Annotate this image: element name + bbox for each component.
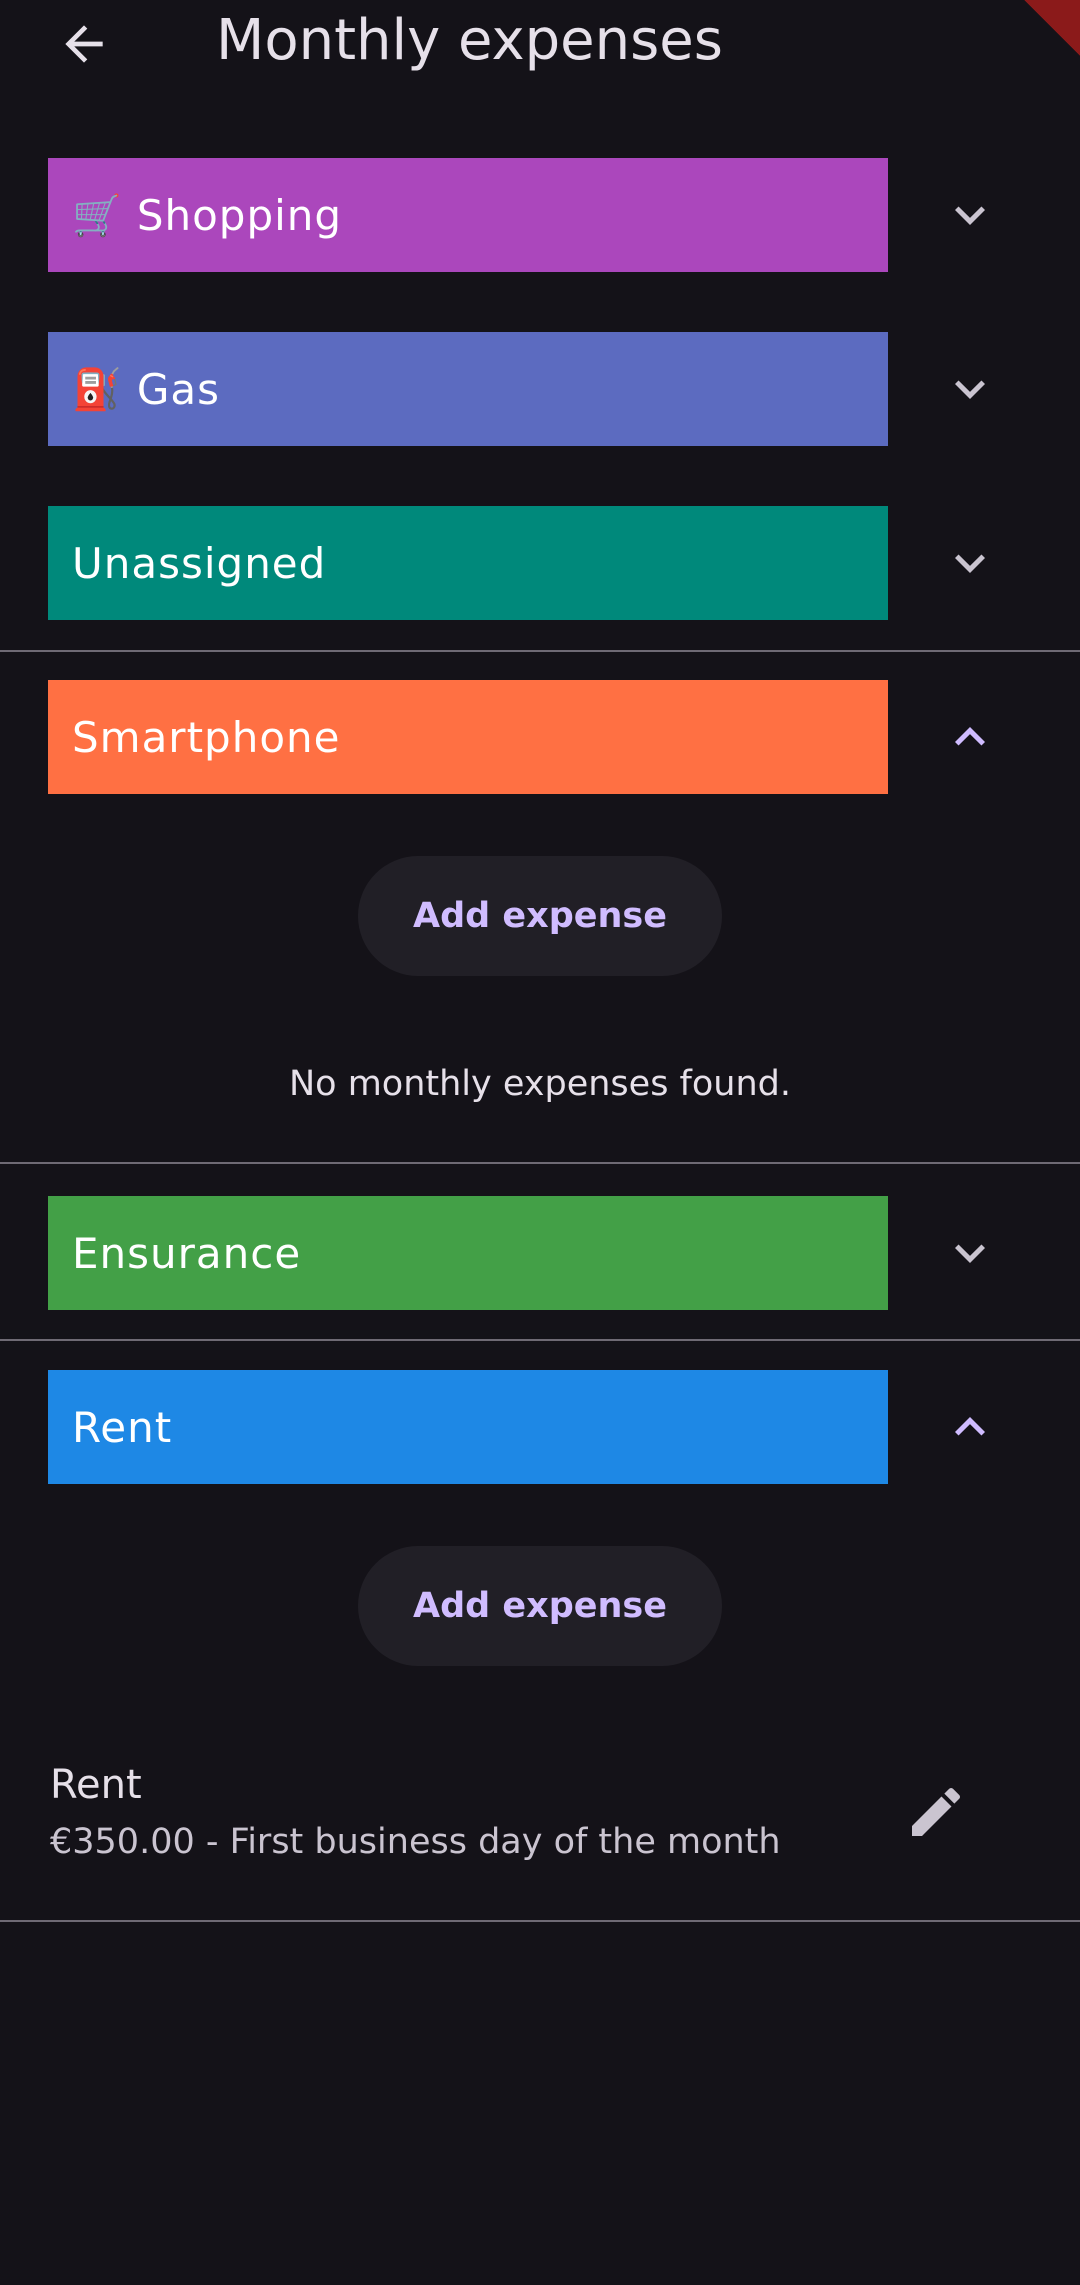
chevron-down-icon bbox=[955, 380, 985, 399]
category-header-gas[interactable]: ⛽ Gas bbox=[48, 332, 888, 446]
edit-expense-button[interactable] bbox=[896, 1772, 976, 1852]
page-title: Monthly expenses bbox=[216, 8, 723, 73]
category-header-ensurance[interactable]: Ensurance bbox=[48, 1196, 888, 1310]
category-row-rent[interactable]: Rent bbox=[0, 1370, 1080, 1484]
category-name: Shopping bbox=[136, 190, 343, 240]
empty-state-message: No monthly expenses found. bbox=[288, 1064, 791, 1104]
divider bbox=[0, 1920, 1080, 1922]
category-row-unassigned[interactable]: Unassigned bbox=[0, 506, 1080, 620]
expense-title: Rent bbox=[50, 1762, 142, 1808]
category-row-gas[interactable]: ⛽ Gas bbox=[0, 332, 1080, 446]
expense-subtitle: €350.00 - First business day of the mont… bbox=[50, 1822, 781, 1862]
expand-toggle-ensurance[interactable] bbox=[930, 1218, 1010, 1288]
chevron-up-icon bbox=[955, 727, 985, 746]
category-name: Rent bbox=[72, 1402, 173, 1452]
category-header-rent[interactable]: Rent bbox=[48, 1370, 888, 1484]
chevron-down-icon bbox=[955, 206, 985, 225]
expand-toggle-shopping[interactable] bbox=[930, 180, 1010, 250]
add-expense-button-smartphone[interactable]: Add expense bbox=[358, 856, 722, 976]
category-name: Smartphone bbox=[72, 712, 341, 762]
category-row-ensurance[interactable]: Ensurance bbox=[0, 1196, 1080, 1310]
divider bbox=[0, 1339, 1080, 1341]
pencil-icon bbox=[912, 1787, 961, 1836]
expand-toggle-unassigned[interactable] bbox=[930, 528, 1010, 598]
chevron-up-icon bbox=[955, 1417, 985, 1436]
divider bbox=[0, 1162, 1080, 1164]
category-name: Gas bbox=[136, 364, 220, 414]
category-row-smartphone[interactable]: Smartphone bbox=[0, 680, 1080, 794]
category-header-shopping[interactable]: 🛒 Shopping bbox=[48, 158, 888, 272]
category-header-smartphone[interactable]: Smartphone bbox=[48, 680, 888, 794]
monthly-expenses-screen: Monthly expenses 🛒 Shopping ⛽ Gas Unassi… bbox=[0, 0, 1080, 2285]
add-expense-button-rent[interactable]: Add expense bbox=[358, 1546, 722, 1666]
shopping-cart-icon: 🛒 bbox=[72, 192, 123, 239]
category-row-shopping[interactable]: 🛒 Shopping bbox=[0, 158, 1080, 272]
category-name: Ensurance bbox=[72, 1228, 302, 1278]
category-name: Unassigned bbox=[72, 538, 327, 588]
app-bar: Monthly expenses bbox=[0, 0, 1080, 88]
chevron-down-icon bbox=[955, 1244, 985, 1263]
chevron-down-icon bbox=[955, 554, 985, 573]
arrow-back-icon bbox=[65, 25, 103, 63]
expand-toggle-gas[interactable] bbox=[930, 354, 1010, 424]
category-header-unassigned[interactable]: Unassigned bbox=[48, 506, 888, 620]
back-button[interactable] bbox=[40, 0, 128, 88]
collapse-toggle-smartphone[interactable] bbox=[930, 702, 1010, 772]
fuel-pump-icon: ⛽ bbox=[72, 366, 123, 413]
collapse-toggle-rent[interactable] bbox=[930, 1392, 1010, 1462]
divider bbox=[0, 650, 1080, 652]
